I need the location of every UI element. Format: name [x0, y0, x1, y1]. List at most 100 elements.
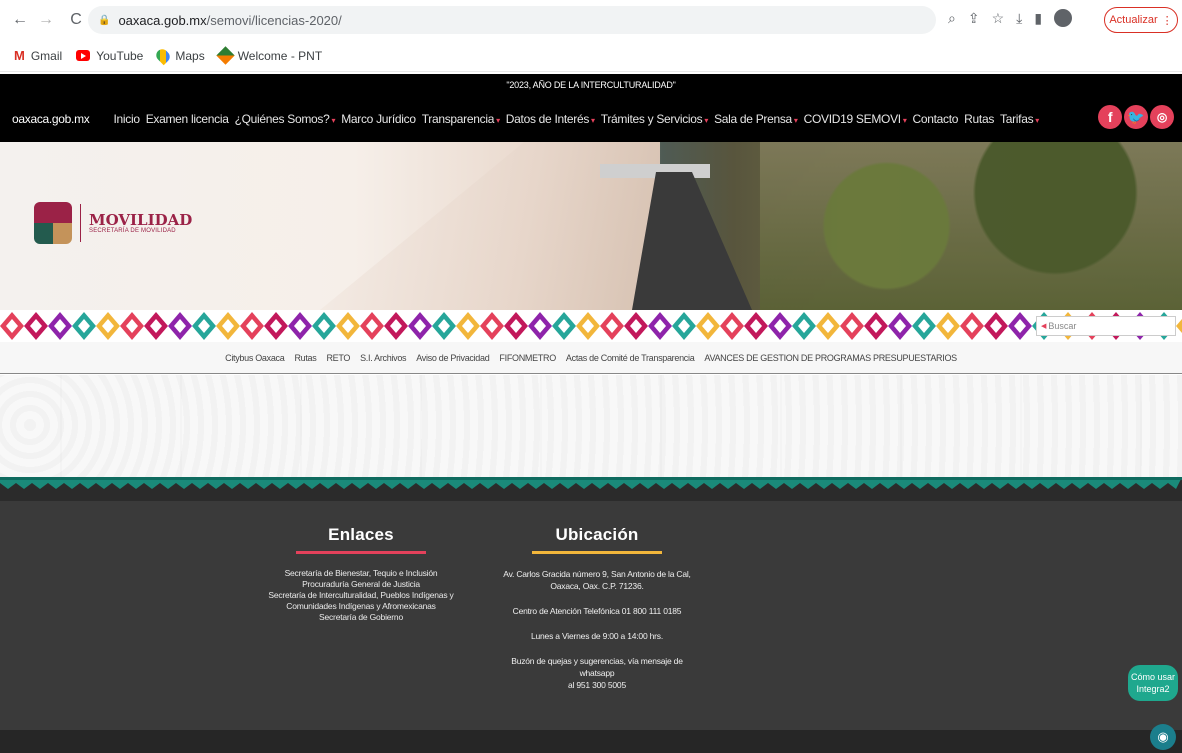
- nav-item-label: Marco Jurídico: [341, 112, 416, 126]
- office-hours: Lunes a Viernes de 9:00 a 14:00 hrs.: [530, 631, 664, 641]
- zigzag-divider: [0, 477, 1182, 501]
- nav-item[interactable]: Rutas: [964, 112, 994, 126]
- url-host: oaxaca.gob.mx: [118, 12, 207, 28]
- nav-item[interactable]: Contacto: [913, 112, 959, 126]
- diamond-pattern: [0, 312, 1182, 340]
- nav-item[interactable]: Datos de Interés ▾: [506, 112, 595, 126]
- instagram-icon[interactable]: ◎: [1150, 105, 1174, 129]
- subnav-link[interactable]: Actas de Comité de Transparencia: [566, 353, 695, 363]
- nav-item[interactable]: Tarifas ▾: [1000, 112, 1039, 126]
- update-button[interactable]: Actualizar ⋮: [1104, 7, 1178, 33]
- caret-down-icon: ▾: [902, 116, 907, 125]
- movilidad-logo[interactable]: MOVILIDAD SECRETARÍA DE MOVILIDAD: [34, 202, 192, 244]
- subnav-link[interactable]: S.I. Archivos: [360, 353, 406, 363]
- footer-link[interactable]: Procuraduría General de Justicia: [258, 579, 464, 590]
- star-icon[interactable]: ☆: [992, 10, 1005, 27]
- caret-down-icon: ▾: [704, 116, 709, 125]
- share-icon[interactable]: ⇪: [968, 10, 980, 27]
- zoom-icon[interactable]: ⌕: [948, 10, 956, 27]
- update-label: Actualizar: [1109, 14, 1158, 26]
- bookmark-gmail[interactable]: M Gmail: [14, 48, 62, 63]
- nav-item[interactable]: ¿Quiénes Somos? ▾: [235, 112, 336, 126]
- nav-item[interactable]: Marco Jurídico: [341, 112, 416, 126]
- secondary-navigation: Citybus Oaxaca Rutas RETO S.I. Archivos Avis…: [0, 342, 1182, 374]
- maps-icon: [154, 46, 173, 65]
- announcement-bar: "2023, AÑO DE LA INTERCULTURALIDAD": [0, 74, 1182, 96]
- url-path: /semovi/licencias-2020/: [206, 12, 342, 28]
- nav-item-label: Inicio: [113, 112, 140, 126]
- nav-item[interactable]: Sala de Prensa ▾: [714, 112, 798, 126]
- decorative-pattern-band: [0, 310, 1182, 342]
- profile-avatar[interactable]: [1054, 9, 1073, 27]
- announcement-text: "2023, AÑO DE LA INTERCULTURALIDAD": [506, 80, 676, 90]
- nav-item[interactable]: COVID19 SEMOVI ▾: [804, 112, 907, 126]
- subnav-link[interactable]: Citybus Oaxaca: [225, 353, 285, 363]
- accessibility-icon[interactable]: ◉: [1150, 724, 1176, 750]
- zigzag-pattern: [0, 477, 1182, 489]
- footer-location-column: Ubicación Av. Carlos Gracida número 9, S…: [494, 525, 700, 704]
- gmail-icon: M: [14, 48, 25, 63]
- bookmark-pnt[interactable]: Welcome - PNT: [215, 46, 322, 65]
- social-links: f 🐦 ◎: [1098, 105, 1174, 129]
- help-chat-button[interactable]: Cómo usar Integra2: [1128, 665, 1178, 701]
- bookmarks-bar: M Gmail YouTube Maps Welcome - PNT: [0, 40, 1182, 72]
- bookmark-label: Gmail: [30, 48, 63, 63]
- zigzag-top-line: [0, 477, 1182, 480]
- nav-item-label: Datos de Interés: [505, 112, 590, 126]
- address: Av. Carlos Gracida número 9, San Antonio…: [494, 568, 700, 592]
- footer-link[interactable]: Secretaría de Bienestar, Tequio e Inclus…: [258, 568, 464, 579]
- more-menu-icon: ⋮: [1161, 14, 1173, 27]
- browser-toolbar: ← → C 🔒 oaxaca.gob.mx/semovi/licencias-2…: [0, 0, 1182, 40]
- watermark-pattern: [0, 375, 1182, 477]
- address-line: Av. Carlos Gracida número 9, San Antonio…: [503, 569, 691, 579]
- nav-item[interactable]: Inicio: [113, 112, 140, 126]
- reload-icon[interactable]: C: [64, 11, 88, 29]
- lock-icon[interactable]: 🔒: [98, 15, 110, 26]
- forward-arrow-icon[interactable]: →: [34, 11, 58, 29]
- oaxaca-emblem-icon: [34, 202, 72, 244]
- facebook-icon[interactable]: f: [1098, 105, 1122, 129]
- caret-down-icon: ▾: [793, 116, 798, 125]
- address-line: Oaxaca, Oax. C.P. 71236.: [550, 581, 644, 591]
- hero-forest: [760, 142, 1182, 310]
- subnav-link[interactable]: Rutas: [294, 353, 316, 363]
- brand-divider: [80, 204, 81, 242]
- title-underline: [296, 551, 426, 554]
- footer-links-title: Enlaces: [328, 525, 394, 544]
- subnav-link[interactable]: AVANCES DE GESTION DE PROGRAMAS PRESUPUE…: [704, 353, 957, 363]
- nav-item-label: Examen licencia: [145, 112, 229, 126]
- complaints-line: Buzón de quejas y sugerencias, vía mensa…: [511, 656, 683, 678]
- complaints-info: Buzón de quejas y sugerencias, vía mensa…: [494, 655, 700, 691]
- nav-item-label: Rutas: [964, 112, 995, 126]
- nav-item-label: Sala de Prensa: [714, 112, 792, 126]
- nav-item[interactable]: Trámites y Servicios ▾: [600, 112, 709, 126]
- footer-bottom-bar: [0, 730, 1182, 753]
- back-arrow-icon[interactable]: ←: [8, 11, 32, 29]
- caret-down-icon: ▾: [1035, 116, 1039, 125]
- footer-link[interactable]: Secretaría de Interculturalidad, Pueblos…: [258, 590, 464, 601]
- pnt-icon: [215, 46, 235, 65]
- nav-item-label: COVID19 SEMOVI: [803, 112, 901, 126]
- twitter-icon[interactable]: 🐦: [1124, 105, 1148, 129]
- sidebar-icon[interactable]: ▮: [1034, 10, 1042, 27]
- bookmark-label: Maps: [175, 48, 205, 63]
- footer-links-column: Enlaces Secretaría de Bienestar, Tequio …: [258, 525, 464, 623]
- footer-link[interactable]: Comunidades Indígenas y Afromexicanas: [258, 601, 464, 612]
- nav-item[interactable]: Examen licencia: [146, 112, 229, 126]
- search-input[interactable]: ◀ Buscar: [1036, 316, 1176, 336]
- address-bar[interactable]: 🔒 oaxaca.gob.mx/semovi/licencias-2020/: [88, 6, 936, 34]
- decorative-watermark-band: [0, 375, 1182, 477]
- subnav-link[interactable]: RETO: [326, 353, 350, 363]
- subnav-link[interactable]: Aviso de Privacidad: [416, 353, 489, 363]
- home-link[interactable]: oaxaca.gob.mx: [12, 112, 90, 126]
- footer-link[interactable]: Secretaría de Gobierno: [258, 612, 464, 623]
- subnav-link[interactable]: FIFONMETRO: [499, 353, 556, 363]
- nav-item[interactable]: Transparencia ▾: [422, 112, 500, 126]
- help-line: Integra2: [1136, 684, 1170, 694]
- nav-item-label: Trámites y Servicios: [600, 112, 703, 126]
- phone-info: Centro de Atención Telefónica 01 800 111…: [512, 606, 682, 616]
- site-footer: Enlaces Secretaría de Bienestar, Tequio …: [0, 501, 1182, 730]
- bookmark-youtube[interactable]: YouTube: [76, 49, 143, 63]
- bookmark-maps[interactable]: Maps: [154, 46, 205, 65]
- download-icon[interactable]: ⤓: [1016, 10, 1022, 27]
